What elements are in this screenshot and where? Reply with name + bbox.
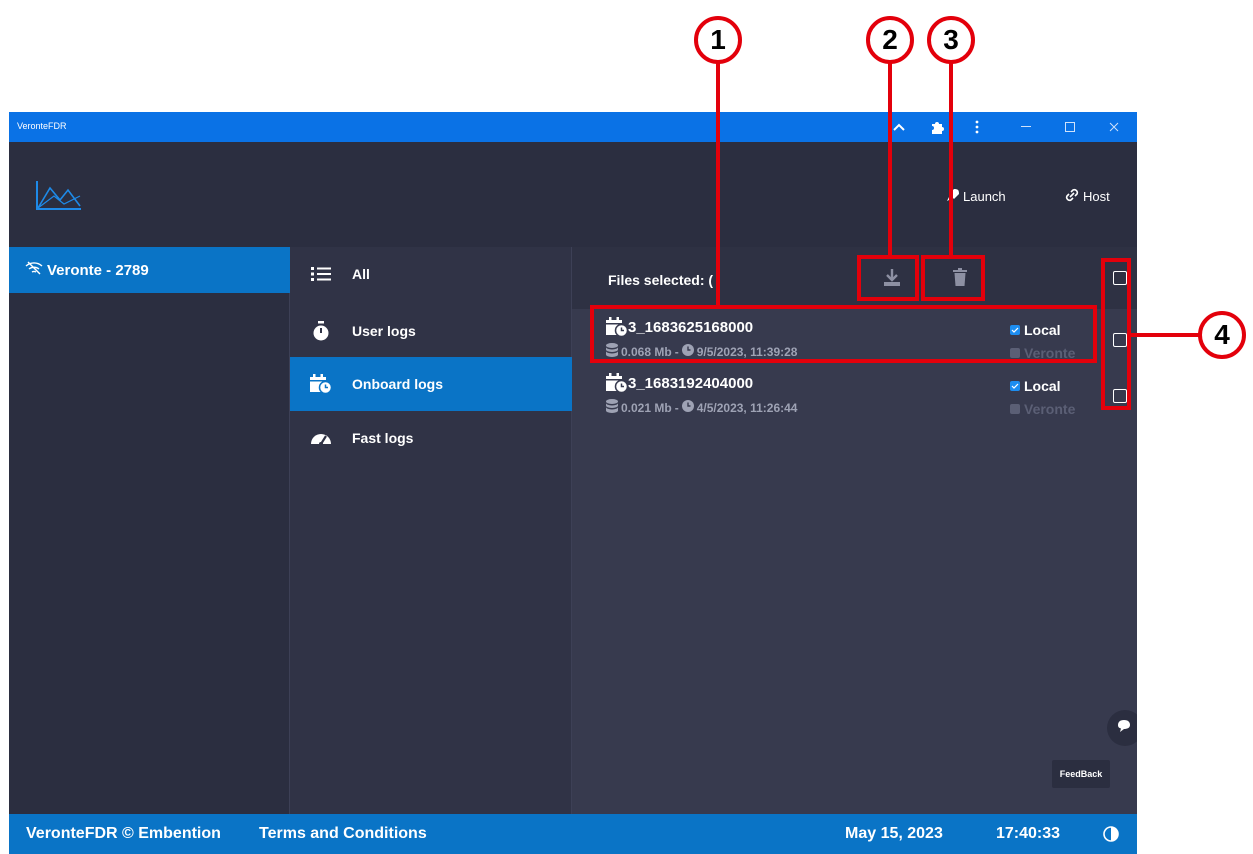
maximize-icon[interactable] bbox=[1058, 117, 1082, 137]
veronte-label: Veronte bbox=[1024, 401, 1076, 417]
app-window: VeronteFDR Launch Host Veronte - 2789 Al… bbox=[9, 112, 1137, 854]
file-meta: 0.021 Mb - 4/5/2023, 11:26:44 bbox=[606, 399, 797, 416]
file-panel: Files selected: ( 3_1683625168000 0.068 … bbox=[572, 247, 1137, 814]
nav-item-user-logs[interactable]: User logs bbox=[290, 304, 572, 358]
app-header: Launch Host bbox=[9, 142, 1137, 247]
file-row[interactable]: 3_1683625168000 0.068 Mb - 9/5/2023, 11:… bbox=[592, 315, 1092, 365]
download-button[interactable] bbox=[864, 259, 920, 299]
feedback-chat-button[interactable] bbox=[1107, 710, 1137, 746]
window-title: VeronteFDR bbox=[17, 121, 67, 131]
veronte-label: Veronte bbox=[1024, 345, 1076, 361]
veronte-status: Veronte bbox=[1010, 345, 1075, 361]
annotation-leader-2 bbox=[888, 62, 892, 256]
file-name: 3_1683192404000 bbox=[628, 375, 754, 392]
chevron-up-icon[interactable] bbox=[889, 117, 909, 137]
file-size: 0.021 Mb bbox=[621, 400, 672, 415]
veronte-logo-icon bbox=[34, 178, 84, 212]
meta-separator: - bbox=[674, 344, 679, 359]
files-selected-count: Files selected: ( bbox=[608, 272, 714, 288]
nav-label: Onboard logs bbox=[352, 376, 443, 392]
log-type-nav: All User logs Onboard logs Fast logs bbox=[290, 247, 572, 814]
clock-icon bbox=[681, 344, 694, 359]
download-icon bbox=[882, 267, 902, 292]
local-status: Local bbox=[1010, 378, 1061, 394]
delete-button[interactable] bbox=[932, 259, 988, 299]
kebab-menu-icon[interactable] bbox=[967, 117, 987, 137]
device-item-veronte[interactable]: Veronte - 2789 bbox=[9, 247, 290, 293]
nav-label: All bbox=[352, 266, 370, 282]
footer-brand: VeronteFDR © Embention bbox=[26, 825, 221, 842]
nav-item-onboard-logs[interactable]: Onboard logs bbox=[290, 357, 572, 411]
local-checked-icon bbox=[1010, 325, 1020, 335]
close-icon[interactable] bbox=[1102, 117, 1126, 137]
launch-label: Launch bbox=[963, 189, 1006, 204]
annotation-leader-4 bbox=[1131, 333, 1201, 337]
device-label: Veronte - 2789 bbox=[47, 261, 149, 279]
link-icon bbox=[1064, 188, 1080, 205]
calendar-clock-icon bbox=[310, 373, 332, 395]
nav-item-fast-logs[interactable]: Fast logs bbox=[290, 411, 572, 465]
file-row-checkbox[interactable] bbox=[1113, 389, 1127, 403]
annotation-callout-2: 2 bbox=[866, 16, 914, 64]
footer-date: May 15, 2023 bbox=[845, 825, 943, 842]
file-row-checkbox[interactable] bbox=[1113, 333, 1127, 347]
local-label: Local bbox=[1024, 322, 1061, 338]
annotation-callout-1: 1 bbox=[694, 16, 742, 64]
speedometer-icon bbox=[310, 427, 332, 449]
host-button[interactable]: Host bbox=[1064, 188, 1110, 205]
file-date: 9/5/2023, 11:39:28 bbox=[696, 344, 798, 359]
device-list: Veronte - 2789 bbox=[9, 247, 290, 814]
trash-icon bbox=[953, 267, 967, 291]
nav-label: Fast logs bbox=[352, 430, 414, 446]
host-label: Host bbox=[1083, 189, 1110, 204]
calendar-clock-icon bbox=[606, 317, 629, 342]
wifi-off-icon bbox=[25, 261, 43, 279]
veronte-unchecked-icon bbox=[1010, 404, 1020, 414]
list-icon bbox=[310, 263, 332, 285]
nav-item-all[interactable]: All bbox=[290, 247, 572, 301]
meta-separator: - bbox=[674, 400, 679, 415]
database-icon bbox=[606, 399, 618, 416]
file-row[interactable]: 3_1683192404000 0.021 Mb - 4/5/2023, 11:… bbox=[592, 371, 1092, 421]
stopwatch-icon bbox=[310, 320, 332, 342]
feedback-button[interactable]: FeedBack bbox=[1052, 760, 1110, 788]
local-checked-icon bbox=[1010, 381, 1020, 391]
select-all-checkbox[interactable] bbox=[1113, 271, 1127, 285]
clock-icon bbox=[681, 400, 694, 415]
file-name: 3_1683625168000 bbox=[628, 319, 754, 336]
annotation-callout-4: 4 bbox=[1198, 311, 1246, 359]
veronte-unchecked-icon bbox=[1010, 348, 1020, 358]
file-toolbar: Files selected: ( bbox=[572, 247, 1137, 309]
veronte-status: Veronte bbox=[1010, 401, 1075, 417]
title-bar: VeronteFDR bbox=[9, 112, 1137, 142]
puzzle-icon[interactable] bbox=[927, 117, 947, 137]
calendar-clock-icon bbox=[606, 373, 629, 398]
chat-bubble-icon bbox=[1117, 719, 1131, 737]
minimize-icon[interactable] bbox=[1014, 117, 1038, 137]
annotation-leader-1 bbox=[716, 62, 720, 306]
local-status: Local bbox=[1010, 322, 1061, 338]
local-label: Local bbox=[1024, 378, 1061, 394]
database-icon bbox=[606, 343, 618, 360]
nav-label: User logs bbox=[352, 323, 416, 339]
annotation-callout-3: 3 bbox=[927, 16, 975, 64]
file-meta: 0.068 Mb - 9/5/2023, 11:39:28 bbox=[606, 343, 797, 360]
screenshot-stage: VeronteFDR Launch Host Veronte - 2789 Al… bbox=[0, 0, 1253, 854]
file-size: 0.068 Mb bbox=[621, 344, 672, 359]
file-date: 4/5/2023, 11:26:44 bbox=[696, 400, 798, 415]
terms-link[interactable]: Terms and Conditions bbox=[259, 825, 427, 843]
status-footer: VeronteFDR © Embention Terms and Conditi… bbox=[9, 814, 1137, 854]
annotation-leader-3 bbox=[949, 62, 953, 256]
launch-button[interactable]: Launch bbox=[946, 188, 1006, 205]
footer-time: 17:40:33 bbox=[996, 825, 1061, 842]
theme-toggle-icon[interactable] bbox=[1103, 826, 1119, 847]
